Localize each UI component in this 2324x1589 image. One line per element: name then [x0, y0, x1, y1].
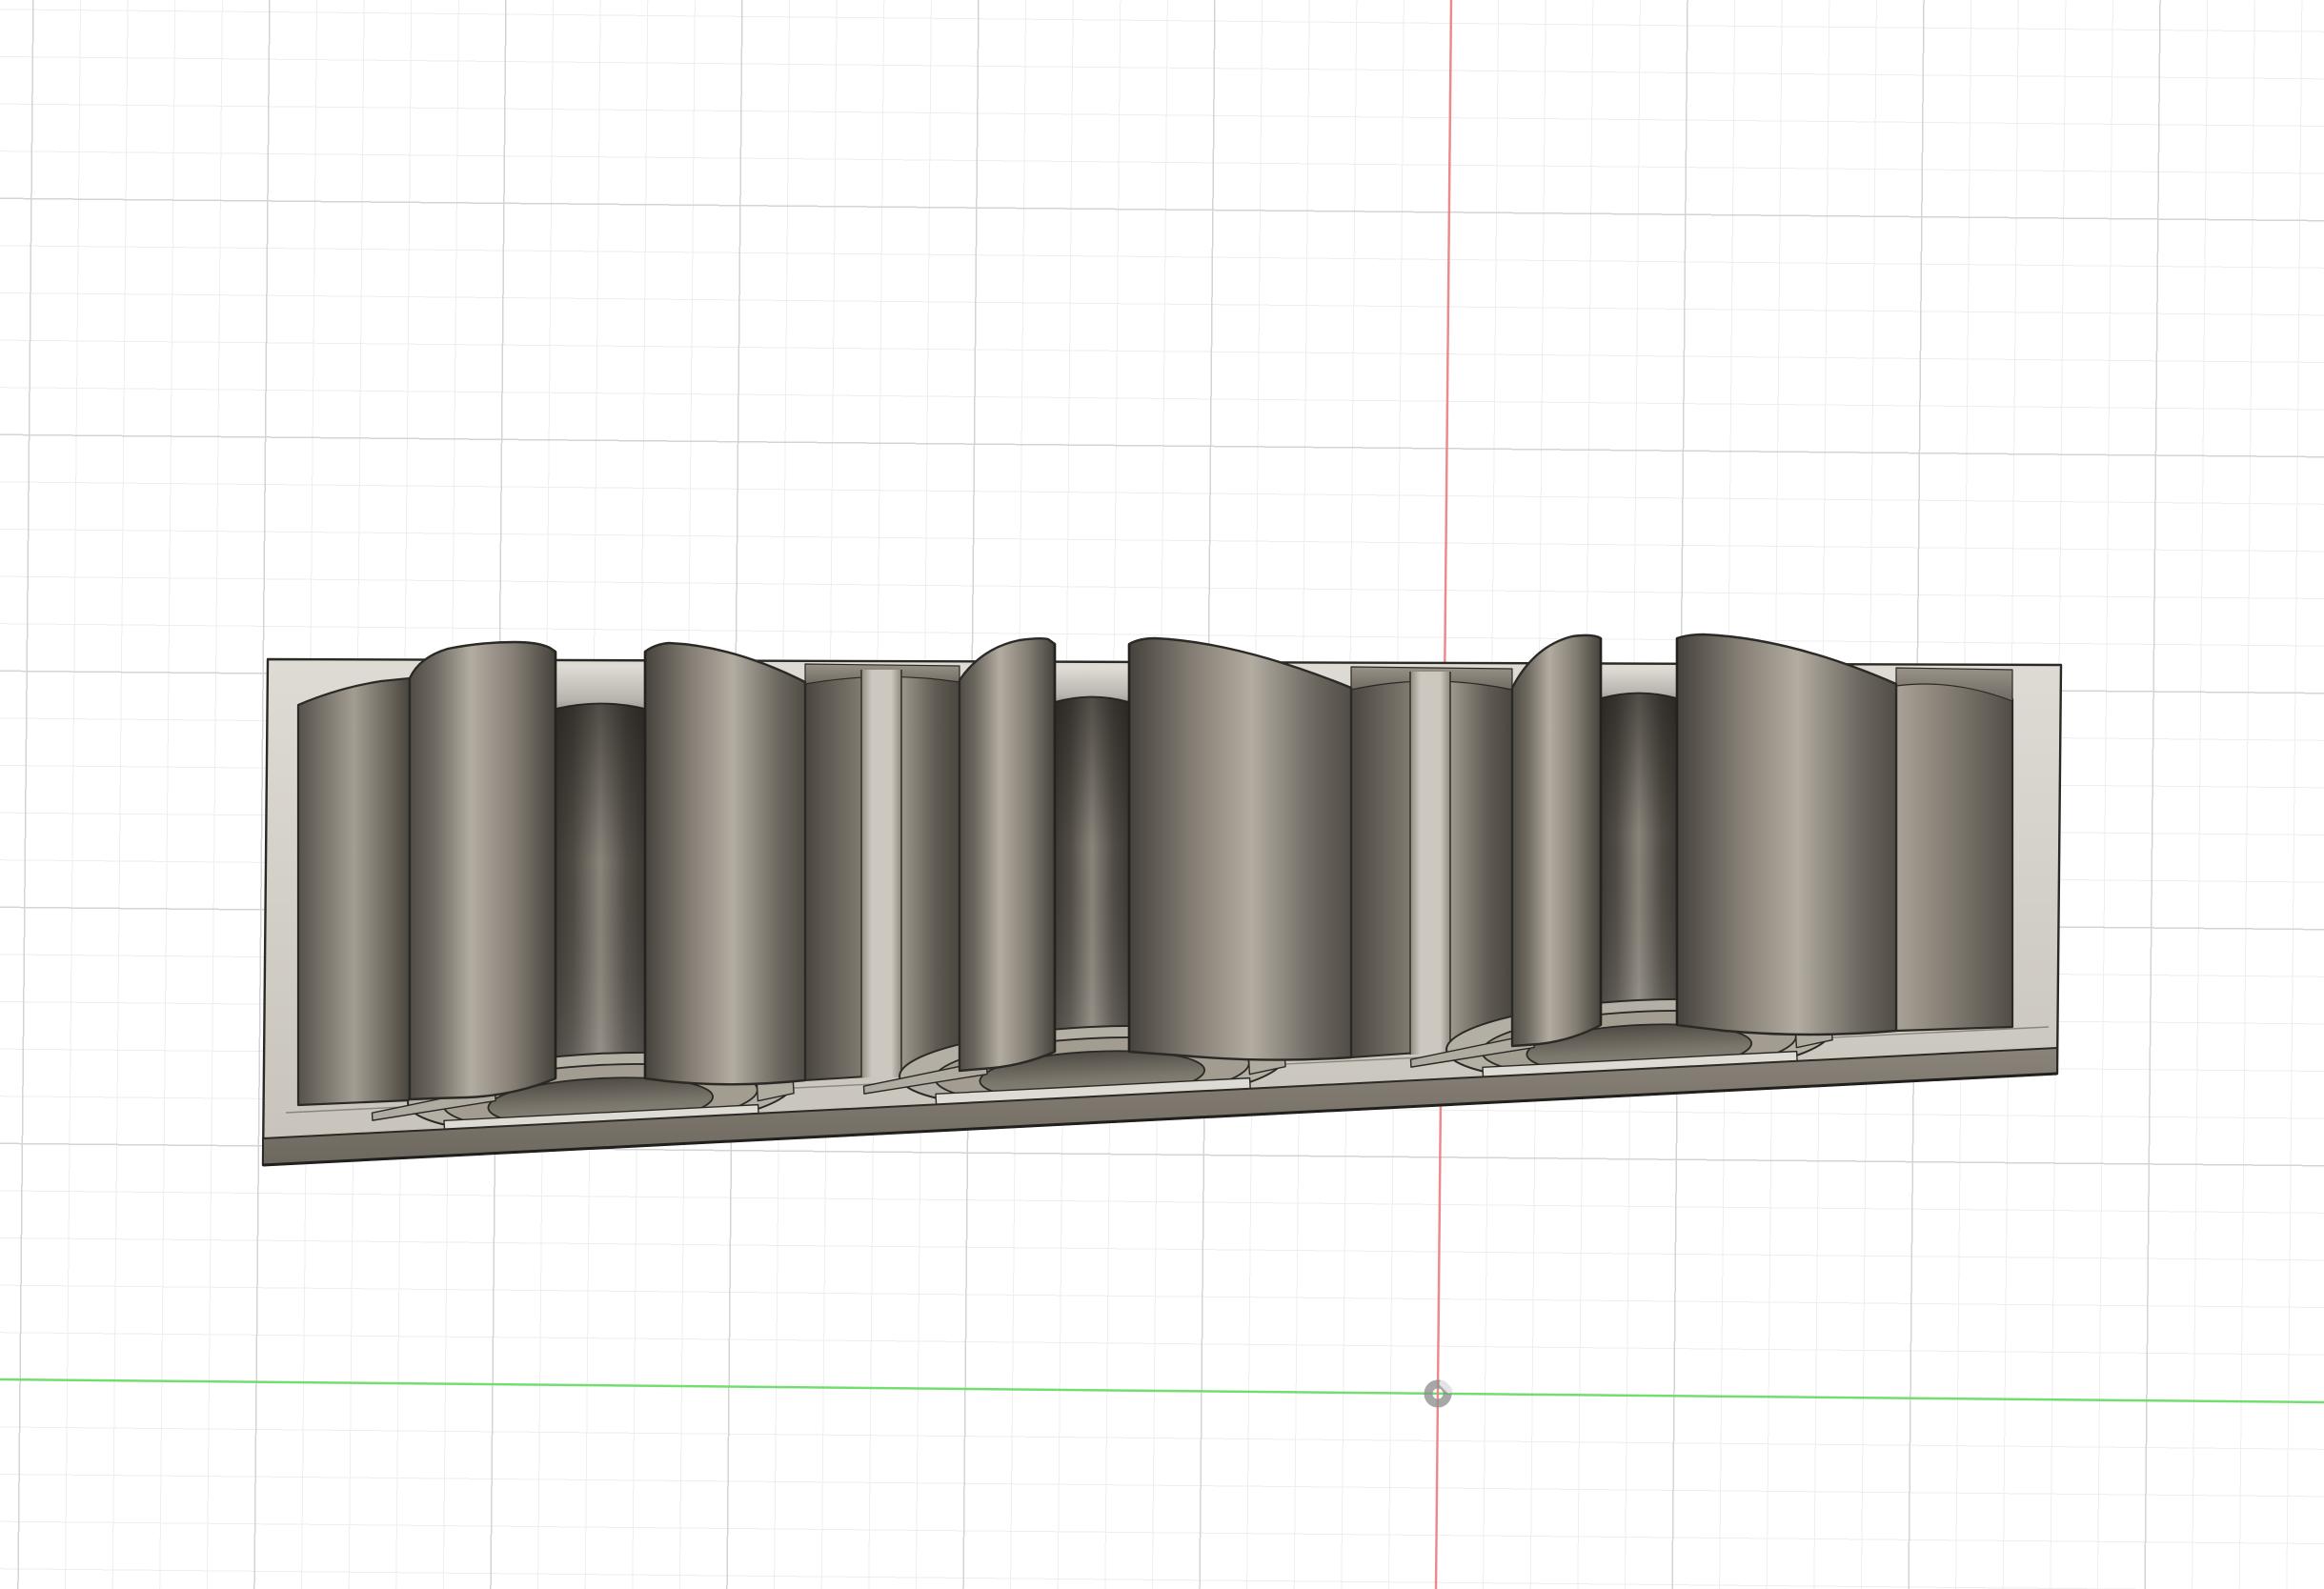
- grid-minor-line: [0, 244, 2324, 271]
- grid-minor-line: [2190, 0, 2209, 1589]
- grid-minor-line: [0, 1331, 2324, 1358]
- grid-minor-line: [0, 1283, 2324, 1310]
- grid-major-line: [2143, 0, 2162, 1589]
- origin-ring-notch: [1443, 1383, 1449, 1390]
- pocket2-shell-right[interactable]: [1129, 638, 1351, 1060]
- grid-minor-line: [0, 150, 2324, 176]
- grid-minor-line: [64, 0, 83, 1589]
- grid-minor-line: [0, 386, 2324, 412]
- cad-viewport[interactable]: [0, 0, 2324, 1589]
- pocket3-shell-right[interactable]: [1677, 634, 1896, 1035]
- bright-band-2: [1410, 672, 1450, 1055]
- pocket3-shell-left[interactable]: [1512, 635, 1601, 1046]
- grid-minor-line: [0, 8, 2324, 34]
- grid-major-line: [0, 196, 2324, 223]
- x-axis-line-green: [0, 1379, 2324, 1402]
- pocket1-shell-left[interactable]: [410, 642, 556, 1099]
- right-end-cylinder[interactable]: [1896, 678, 2012, 1031]
- grid-minor-line: [0, 291, 2324, 317]
- pocket1-inner-cylinder[interactable]: [556, 704, 645, 1098]
- grid-minor-line: [2095, 0, 2114, 1589]
- grid-minor-line: [0, 1236, 2324, 1262]
- grid-minor-line: [2237, 0, 2256, 1589]
- grid-minor-line: [0, 1472, 2324, 1498]
- pocket2-inner-cylinder[interactable]: [1055, 697, 1129, 1072]
- grid-minor-line: [0, 1189, 2324, 1216]
- grid-minor-line: [0, 54, 2324, 81]
- pocket2-shell-left[interactable]: [960, 638, 1055, 1071]
- bright-band-1: [861, 670, 901, 1077]
- model-body[interactable]: [263, 634, 2061, 1165]
- left-end-cylinder[interactable]: [298, 678, 410, 1105]
- viewport-canvas[interactable]: [0, 0, 2324, 1589]
- grid-minor-line: [111, 0, 130, 1589]
- grid-major-line: [16, 0, 35, 1589]
- grid-minor-line: [0, 338, 2324, 365]
- grid-minor-line: [0, 1519, 2324, 1546]
- pocket1-shell-right[interactable]: [645, 643, 805, 1084]
- grid-minor-line: [0, 480, 2324, 507]
- grid-minor-line: [205, 0, 224, 1589]
- grid-minor-line: [0, 102, 2324, 129]
- pocket3-inner-cylinder[interactable]: [1601, 694, 1677, 1045]
- grid-minor-line: [0, 1425, 2324, 1452]
- grid-minor-line: [158, 0, 177, 1589]
- grid-minor-line: [2285, 0, 2304, 1589]
- grid-major-line: [0, 432, 2324, 459]
